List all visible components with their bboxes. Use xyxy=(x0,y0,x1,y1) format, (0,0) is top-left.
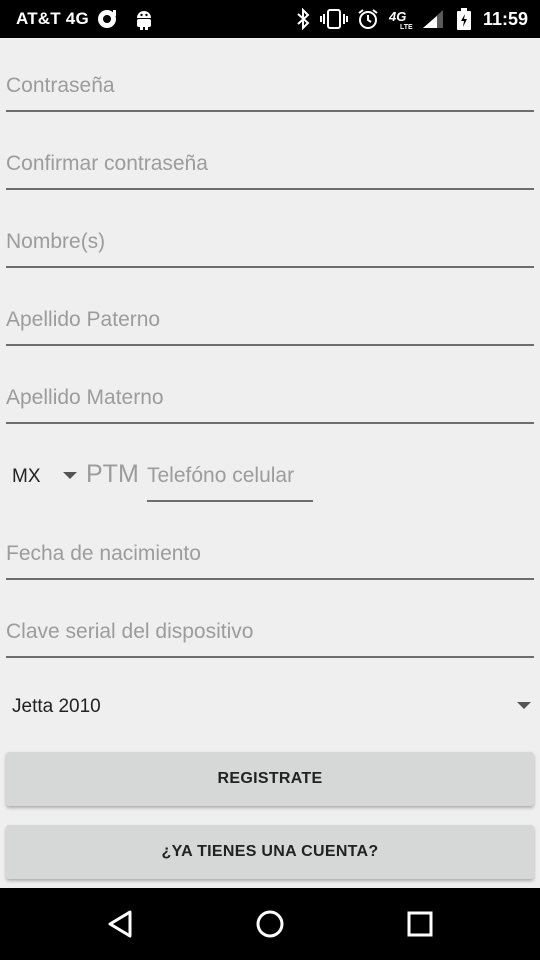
birthdate-placeholder: Fecha de nacimiento xyxy=(6,542,201,565)
carrier-label: AT&T 4G xyxy=(16,9,89,28)
maternal-surname-field[interactable]: Apellido Materno xyxy=(6,364,534,424)
maternal-surname-underline xyxy=(6,422,534,424)
vibrate-icon xyxy=(320,7,348,31)
birthdate-field[interactable]: Fecha de nacimiento xyxy=(6,520,534,580)
paternal-surname-field[interactable]: Apellido Paterno xyxy=(6,286,534,346)
vehicle-selected-value: Jetta 2010 xyxy=(12,696,101,717)
name-underline xyxy=(6,266,534,268)
password-underline xyxy=(6,110,534,112)
phone-field[interactable]: Telefóno celular xyxy=(147,452,313,502)
maternal-surname-placeholder: Apellido Materno xyxy=(6,386,164,409)
android-icon xyxy=(132,7,156,31)
confirm-password-field[interactable]: Confirmar contraseña xyxy=(6,130,534,190)
name-placeholder: Nombre(s) xyxy=(6,230,106,253)
status-bar: AT&T 4G 4G LTE 11:59 xyxy=(0,0,540,38)
clock: 11:59 xyxy=(482,9,528,29)
paternal-surname-placeholder: Apellido Paterno xyxy=(6,308,161,331)
confirm-password-placeholder: Confirmar contraseña xyxy=(6,152,208,175)
chevron-down-icon[interactable] xyxy=(63,472,77,479)
svg-text:4G: 4G xyxy=(388,9,406,24)
country-code-selector[interactable]: MX xyxy=(12,466,41,488)
navigation-bar xyxy=(0,888,540,960)
vehicle-spinner[interactable]: Jetta 2010 xyxy=(0,686,540,728)
recents-icon[interactable] xyxy=(402,906,438,942)
home-icon[interactable] xyxy=(252,906,288,942)
device-serial-placeholder: Clave serial del dispositivo xyxy=(6,620,254,643)
signal-icon xyxy=(420,7,446,31)
phone-underline xyxy=(147,500,313,502)
birthdate-underline xyxy=(6,578,534,580)
device-serial-underline xyxy=(6,656,534,658)
password-field[interactable]: Contraseña xyxy=(6,52,534,112)
phone-placeholder: Telefóno celular xyxy=(147,464,295,487)
notification-icon xyxy=(95,7,119,31)
alarm-icon xyxy=(356,7,380,31)
have-account-button[interactable]: ¿YA TIENES UNA CUENTA? xyxy=(6,825,534,879)
battery-charging-icon xyxy=(455,7,473,31)
name-field[interactable]: Nombre(s) xyxy=(6,208,534,268)
phone-prefix: PTM xyxy=(86,460,139,488)
confirm-password-underline xyxy=(6,188,534,190)
phone-row: MX PTM Telefóno celular xyxy=(0,452,540,502)
password-placeholder: Contraseña xyxy=(6,74,115,97)
chevron-down-icon xyxy=(517,702,531,709)
back-icon[interactable] xyxy=(102,906,138,942)
paternal-surname-underline xyxy=(6,344,534,346)
register-button[interactable]: REGISTRATE xyxy=(6,752,534,806)
device-serial-field[interactable]: Clave serial del dispositivo xyxy=(6,598,534,658)
svg-text:LTE: LTE xyxy=(400,24,413,30)
lte-4g-icon: 4G LTE xyxy=(388,7,416,31)
bluetooth-icon xyxy=(293,7,313,31)
